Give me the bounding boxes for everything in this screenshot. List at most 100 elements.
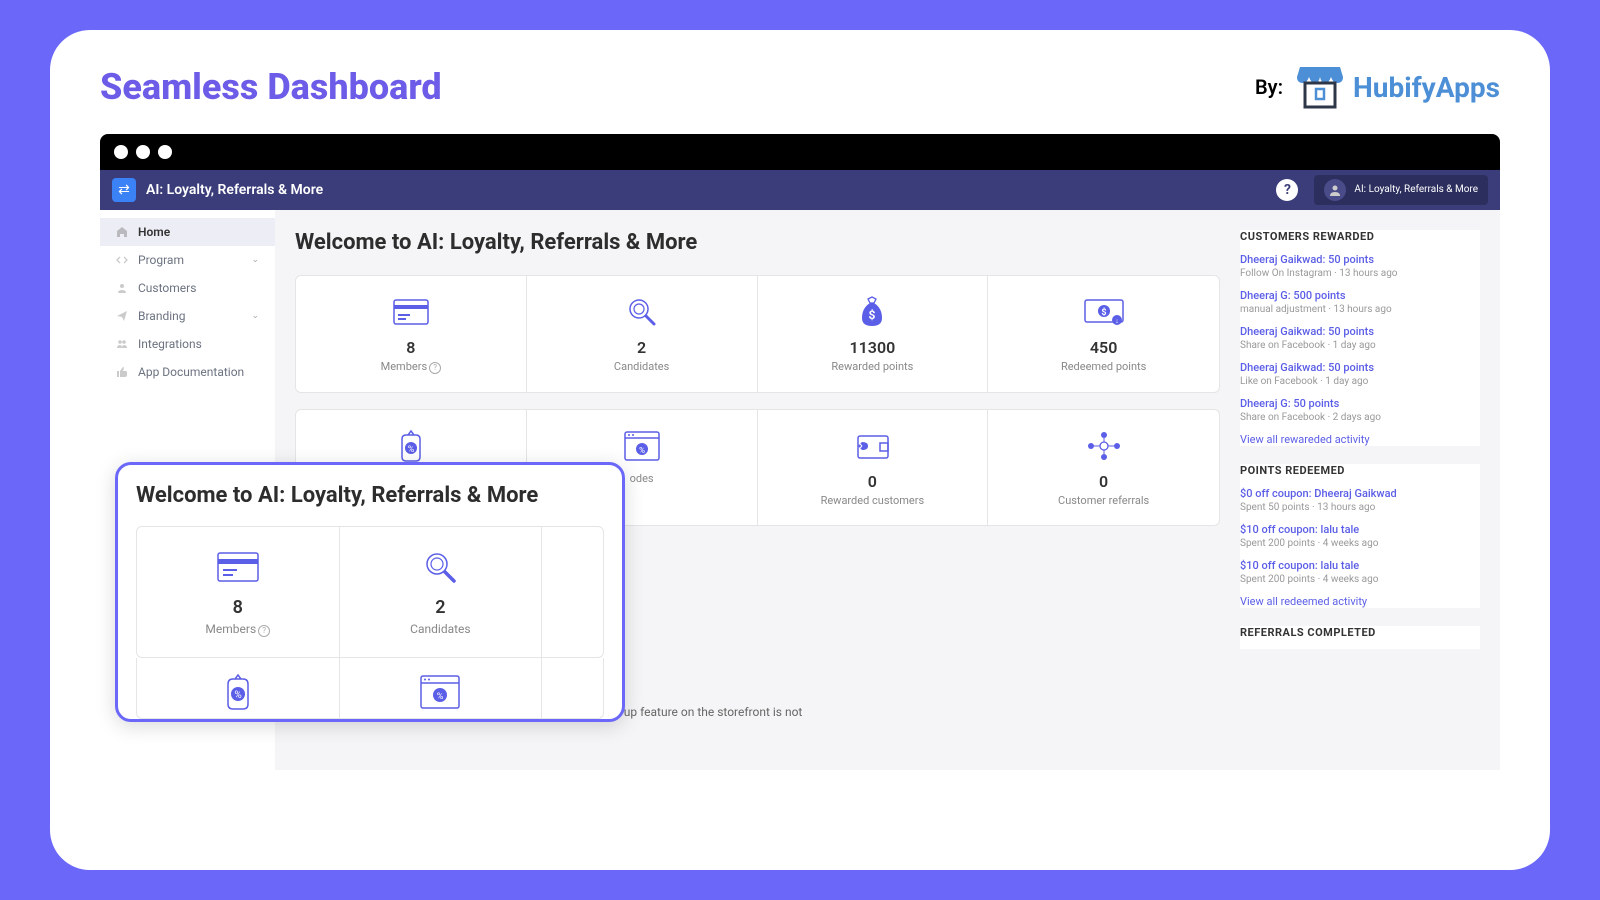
money-bag-icon: $	[768, 294, 978, 330]
activity-item[interactable]: Dheeraj Gaikwad: 50 pointsLike on Facebo…	[1240, 361, 1480, 387]
nav-label: Home	[138, 225, 170, 239]
stat-label: Members?	[306, 360, 516, 374]
activity-item[interactable]: Dheeraj Gaikwad: 50 pointsShare on Faceb…	[1240, 325, 1480, 351]
stat-members: 8 Members?	[296, 276, 527, 392]
card-icon	[306, 294, 516, 330]
stat-rewarded-customers: 0 Rewarded customers	[758, 410, 989, 525]
svg-text:$: $	[1101, 307, 1106, 318]
stat-candidates: 2 Candidates	[527, 276, 758, 392]
chevron-down-icon: ⌄	[251, 255, 259, 265]
stat-referrals: 0 Customer referrals	[988, 410, 1219, 525]
help-icon[interactable]: ?	[258, 625, 270, 637]
window-dot	[114, 145, 128, 159]
nav-label: Program	[138, 253, 184, 267]
network-icon	[998, 428, 1209, 464]
stat-label: Redeemed points	[998, 360, 1209, 373]
window-titlebar	[100, 134, 1500, 170]
nav-home[interactable]: Home	[100, 218, 275, 246]
zoom-stat-members: 8 Members?	[137, 527, 340, 657]
nav-program[interactable]: Program ⌄	[100, 246, 275, 274]
stats-row-1: 8 Members? 2 Candidates $	[295, 275, 1220, 393]
chevron-down-icon: ⌄	[251, 311, 259, 321]
stat-rewarded-points: $ 11300 Rewarded points	[758, 276, 989, 392]
thumb-icon	[116, 366, 128, 378]
search-icon	[537, 294, 747, 330]
zoom-value: 8	[147, 597, 329, 618]
window-dot	[158, 145, 172, 159]
help-icon[interactable]: ?	[1276, 179, 1298, 201]
section-title: POINTS REDEEMED	[1240, 464, 1480, 477]
appbar-right: ? AI: Loyalty, Referrals & More	[1276, 175, 1488, 205]
section-title: REFERRALS COMPLETED	[1240, 626, 1480, 639]
send-icon	[116, 310, 128, 322]
user-avatar-icon	[1324, 179, 1346, 201]
svg-text:↓: ↓	[1115, 317, 1119, 325]
svg-text:$: $	[869, 308, 876, 322]
zoom-heading: Welcome to AI: Loyalty, Referrals & More	[136, 483, 604, 508]
rewarded-section: CUSTOMERS REWARDED Dheeraj Gaikwad: 50 p…	[1240, 230, 1480, 446]
brand-logo: HubifyApps	[1295, 65, 1500, 109]
page-title: Seamless Dashboard	[100, 66, 442, 108]
money-icon: $↓	[998, 294, 1209, 330]
tag-icon: %	[147, 672, 329, 712]
app-bar: ⇄ AI: Loyalty, Referrals & More ? AI: Lo…	[100, 170, 1500, 210]
stat-value: 0	[998, 472, 1209, 491]
stat-label: Rewarded customers	[768, 494, 978, 507]
brand-row: By: HubifyApps	[1255, 65, 1500, 109]
activity-item[interactable]: Dheeraj G: 50 pointsShare on Facebook · …	[1240, 397, 1480, 423]
nav-docs[interactable]: App Documentation	[100, 358, 275, 386]
card-icon	[147, 547, 329, 587]
svg-text:%: %	[437, 692, 444, 702]
activity-item[interactable]: $10 off coupon: lalu taleSpent 200 point…	[1240, 559, 1480, 585]
svg-text:%: %	[639, 446, 645, 455]
zoom-value: 2	[350, 597, 532, 618]
awning-icon	[1295, 65, 1345, 109]
activity-item[interactable]: Dheeraj G: 500 pointsmanual adjustment ·…	[1240, 289, 1480, 315]
brand-name: HubifyApps	[1353, 71, 1500, 104]
view-all-redeemed[interactable]: View all redeemed activity	[1240, 595, 1480, 608]
user-label: AI: Loyalty, Referrals & More	[1354, 184, 1478, 196]
users-icon	[116, 338, 128, 350]
stat-value: 11300	[768, 338, 978, 357]
browser-icon: %	[537, 428, 747, 464]
help-icon[interactable]: ?	[429, 362, 441, 374]
home-icon	[116, 226, 128, 238]
stat-value: 8	[306, 338, 516, 357]
search-icon	[350, 547, 532, 587]
redeemed-section: POINTS REDEEMED $0 off coupon: Dheeraj G…	[1240, 464, 1480, 608]
section-title: CUSTOMERS REWARDED	[1240, 230, 1480, 243]
svg-text:%: %	[408, 445, 415, 455]
by-text: By:	[1255, 75, 1283, 99]
stat-label: Customer referrals	[998, 494, 1209, 507]
activity-item[interactable]: $0 off coupon: Dheeraj GaikwadSpent 50 p…	[1240, 487, 1480, 513]
app-title: AI: Loyalty, Referrals & More	[146, 182, 323, 198]
zoom-row-1: 8 Members? 2 Candidates	[136, 526, 604, 658]
wallet-icon	[768, 428, 978, 464]
zoom-cell-cut	[542, 658, 603, 718]
card-header: Seamless Dashboard By: HubifyApps	[100, 65, 1500, 109]
nav-label: Customers	[138, 281, 196, 295]
app-logo-icon: ⇄	[112, 178, 136, 202]
window-dot	[136, 145, 150, 159]
tag-icon: %	[306, 428, 516, 464]
zoom-label: Candidates	[350, 622, 532, 636]
nav-label: Branding	[138, 309, 186, 323]
stat-redeemed-points: $↓ 450 Redeemed points	[988, 276, 1219, 392]
view-all-rewarded[interactable]: View all rewareded activity	[1240, 433, 1480, 446]
nav-branding[interactable]: Branding ⌄	[100, 302, 275, 330]
user-icon	[116, 282, 128, 294]
user-menu[interactable]: AI: Loyalty, Referrals & More	[1314, 175, 1488, 205]
svg-text:%: %	[234, 690, 241, 701]
browser-icon: %	[350, 672, 532, 712]
activity-item[interactable]: Dheeraj Gaikwad: 50 pointsFollow On Inst…	[1240, 253, 1480, 279]
activity-item[interactable]: $10 off coupon: lalu taleSpent 200 point…	[1240, 523, 1480, 549]
appbar-left: ⇄ AI: Loyalty, Referrals & More	[112, 178, 323, 202]
zoom-row-2: % %	[136, 658, 604, 719]
zoom-stat-candidates: 2 Candidates	[340, 527, 543, 657]
zoom-cell-cut	[542, 527, 603, 657]
stat-label: Candidates	[537, 360, 747, 373]
nav-integrations[interactable]: Integrations	[100, 330, 275, 358]
referrals-section: REFERRALS COMPLETED	[1240, 626, 1480, 649]
stat-value: 450	[998, 338, 1209, 357]
nav-customers[interactable]: Customers	[100, 274, 275, 302]
